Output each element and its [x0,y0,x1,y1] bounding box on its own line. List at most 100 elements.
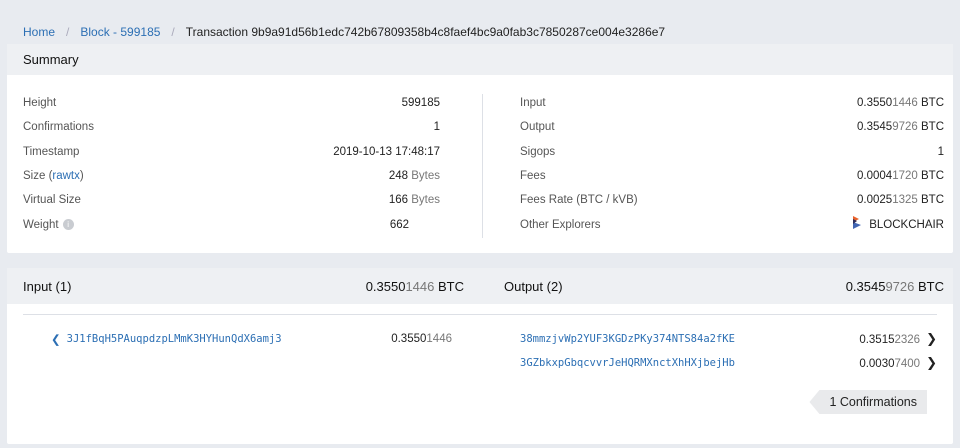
size-number: 248 [388,170,409,183]
timestamp-value: 2019-10-13 17:48:17 [333,145,440,158]
height-label: Height [23,97,57,110]
output-header: Output (2) 0.35459726 BTC [480,279,953,294]
fees-value-main: 0.0004 [857,170,893,183]
input-amount-main: 0.3550 [391,333,427,345]
fees-row: Fees 0.00041720 BTC [520,164,944,188]
summary-panel: Summary Height 599185 Confirmations 1 Ti… [7,44,953,253]
output-unit: BTC [921,121,944,134]
transaction-panel: Input (1) 0.35501446 BTC Output (2) 0.35… [7,268,953,444]
input-amount: 0.35501446 [391,333,452,345]
weight-value: 662 [389,218,409,231]
height-row: Height 599185 [23,91,440,115]
output-label: Output [520,121,555,134]
fee-rate-value-dim: 1325 [892,194,918,207]
size-unit: Bytes [411,170,440,183]
output-amount-main: 0.3515 [859,334,895,346]
input-label: Input [520,97,546,110]
virtual-size-unit: Bytes [411,194,440,207]
input-row: Input 0.35501446 BTC [520,91,944,115]
rawtx-link[interactable]: rawtx [52,170,79,182]
breadcrumb-separator: / [171,25,175,39]
input-total-unit: BTC [438,278,464,294]
input-value: 0.35501446 BTC [857,97,944,109]
input-total-main: 0.3550 [365,278,406,294]
input-unit: BTC [921,97,944,110]
confirmations-badge: 1 Confirmations [809,390,927,414]
transaction-header: Input (1) 0.35501446 BTC Output (2) 0.35… [7,268,953,304]
blockchair-logo-icon [851,215,863,234]
input-address: 3J1fBqH5PAuqpdzpLMmK3HYHunQdX6amj3 [66,333,282,345]
input-value-main: 0.3550 [857,97,893,110]
weight-row: Weight i 662 [23,212,440,236]
output-amount-dim: 2326 [894,334,921,346]
fee-rate-unit: BTC [921,194,944,207]
info-icon[interactable]: i [62,219,74,231]
sigops-row: Sigops 1 [520,140,944,164]
size-value: 248 Bytes [389,170,440,182]
output-amount: 0.00307400 ❯ [859,355,937,371]
confirmations-row: Confirmations 1 [23,115,440,139]
fees-unit: BTC [921,170,944,183]
output-amount: 0.35152326 ❯ [859,331,937,347]
outputs-list: 38mmzjvWp2YUF3KGDzPKy374NTS84a2fKE 0.351… [480,327,953,375]
sigops-label: Sigops [520,145,556,158]
height-link[interactable]: 599185 [402,97,440,109]
output-row: Output 0.35459726 BTC [520,115,944,139]
confirmations-label: Confirmations [23,121,94,134]
virtual-size-label: Virtual Size [23,194,81,207]
input-total-dim: 1446 [405,278,435,294]
output-value-main: 0.3545 [857,121,893,134]
breadcrumb-block-link[interactable]: Block - 599185 [80,25,160,39]
fee-rate-value: 0.00251325 BTC [857,194,944,206]
virtual-size-number: 166 [388,194,409,207]
list-item: 38mmzjvWp2YUF3KGDzPKy374NTS84a2fKE 0.351… [480,327,953,351]
size-label-prefix: Size ( [23,170,53,183]
output-address-link[interactable]: 38mmzjvWp2YUF3KGDzPKy374NTS84a2fKE [520,333,735,345]
fees-value-dim: 1720 [892,170,918,183]
list-item: ❮ 3J1fBqH5PAuqpdzpLMmK3HYHunQdX6amj3 0.3… [7,327,480,351]
other-explorers-label: Other Explorers [520,218,601,231]
fee-rate-row: Fees Rate (BTC / kVB) 0.00251325 BTC [520,188,944,212]
summary-title: Summary [7,44,953,75]
transaction-body: ❮ 3J1fBqH5PAuqpdzpLMmK3HYHunQdX6amj3 0.3… [7,315,953,414]
blockchair-link-text: BLOCKCHAIR [869,218,944,231]
chevron-right-icon[interactable]: ❯ [926,331,937,346]
output-amount-dim: 7400 [894,358,921,370]
virtual-size-row: Virtual Size 166 Bytes [23,188,440,212]
output-amount-main: 0.0030 [859,358,895,370]
output-value: 0.35459726 BTC [857,121,944,133]
confirmations-value: 1 [433,121,440,134]
fee-rate-label: Fees Rate (BTC / kVB) [520,194,638,207]
input-value-dim: 1446 [892,97,918,110]
input-header-total: 0.35501446 BTC [366,279,464,294]
input-header: Input (1) 0.35501446 BTC [7,279,480,294]
summary-right-column: Input 0.35501446 BTC Output 0.35459726 B… [480,91,953,237]
sigops-value: 1 [937,145,944,158]
input-header-title: Input (1) [23,278,72,294]
list-item: 3GZbkxpGbqcvvrJeHQRMXnctXhHXjbejHb 0.003… [480,351,953,375]
other-explorers-row: Other Explorers BLOCKCHAIR [520,212,944,236]
output-total-main: 0.3545 [845,278,886,294]
breadcrumb: Home / Block - 599185 / Transaction 9b9a… [0,0,960,42]
virtual-size-value: 166 Bytes [389,194,440,206]
output-total-dim: 9726 [885,278,915,294]
output-header-total: 0.35459726 BTC [846,279,944,294]
chevron-right-icon[interactable]: ❯ [926,355,937,370]
size-row: Size (rawtx) 248 Bytes [23,164,440,188]
weight-label-text: Weight [23,218,59,231]
breadcrumb-home-link[interactable]: Home [23,25,55,39]
timestamp-row: Timestamp 2019-10-13 17:48:17 [23,140,440,164]
output-address-link[interactable]: 3GZbkxpGbqcvvrJeHQRMXnctXhHXjbejHb [520,357,735,369]
output-total-unit: BTC [918,278,944,294]
size-label-suffix: ) [79,170,84,183]
input-amount-dim: 1446 [426,333,452,345]
weight-label: Weight i [23,219,74,231]
inputs-list: ❮ 3J1fBqH5PAuqpdzpLMmK3HYHunQdX6amj3 0.3… [7,327,480,375]
fee-rate-value-main: 0.0025 [857,194,893,207]
breadcrumb-current: Transaction 9b9a91d56b1edc742b67809358b4… [185,25,666,39]
blockchair-link[interactable]: BLOCKCHAIR [851,215,944,234]
size-label: Size (rawtx) [23,170,84,182]
timestamp-label: Timestamp [23,145,80,158]
fees-value: 0.00041720 BTC [857,170,944,182]
input-address-link[interactable]: ❮ 3J1fBqH5PAuqpdzpLMmK3HYHunQdX6amj3 [51,332,282,346]
